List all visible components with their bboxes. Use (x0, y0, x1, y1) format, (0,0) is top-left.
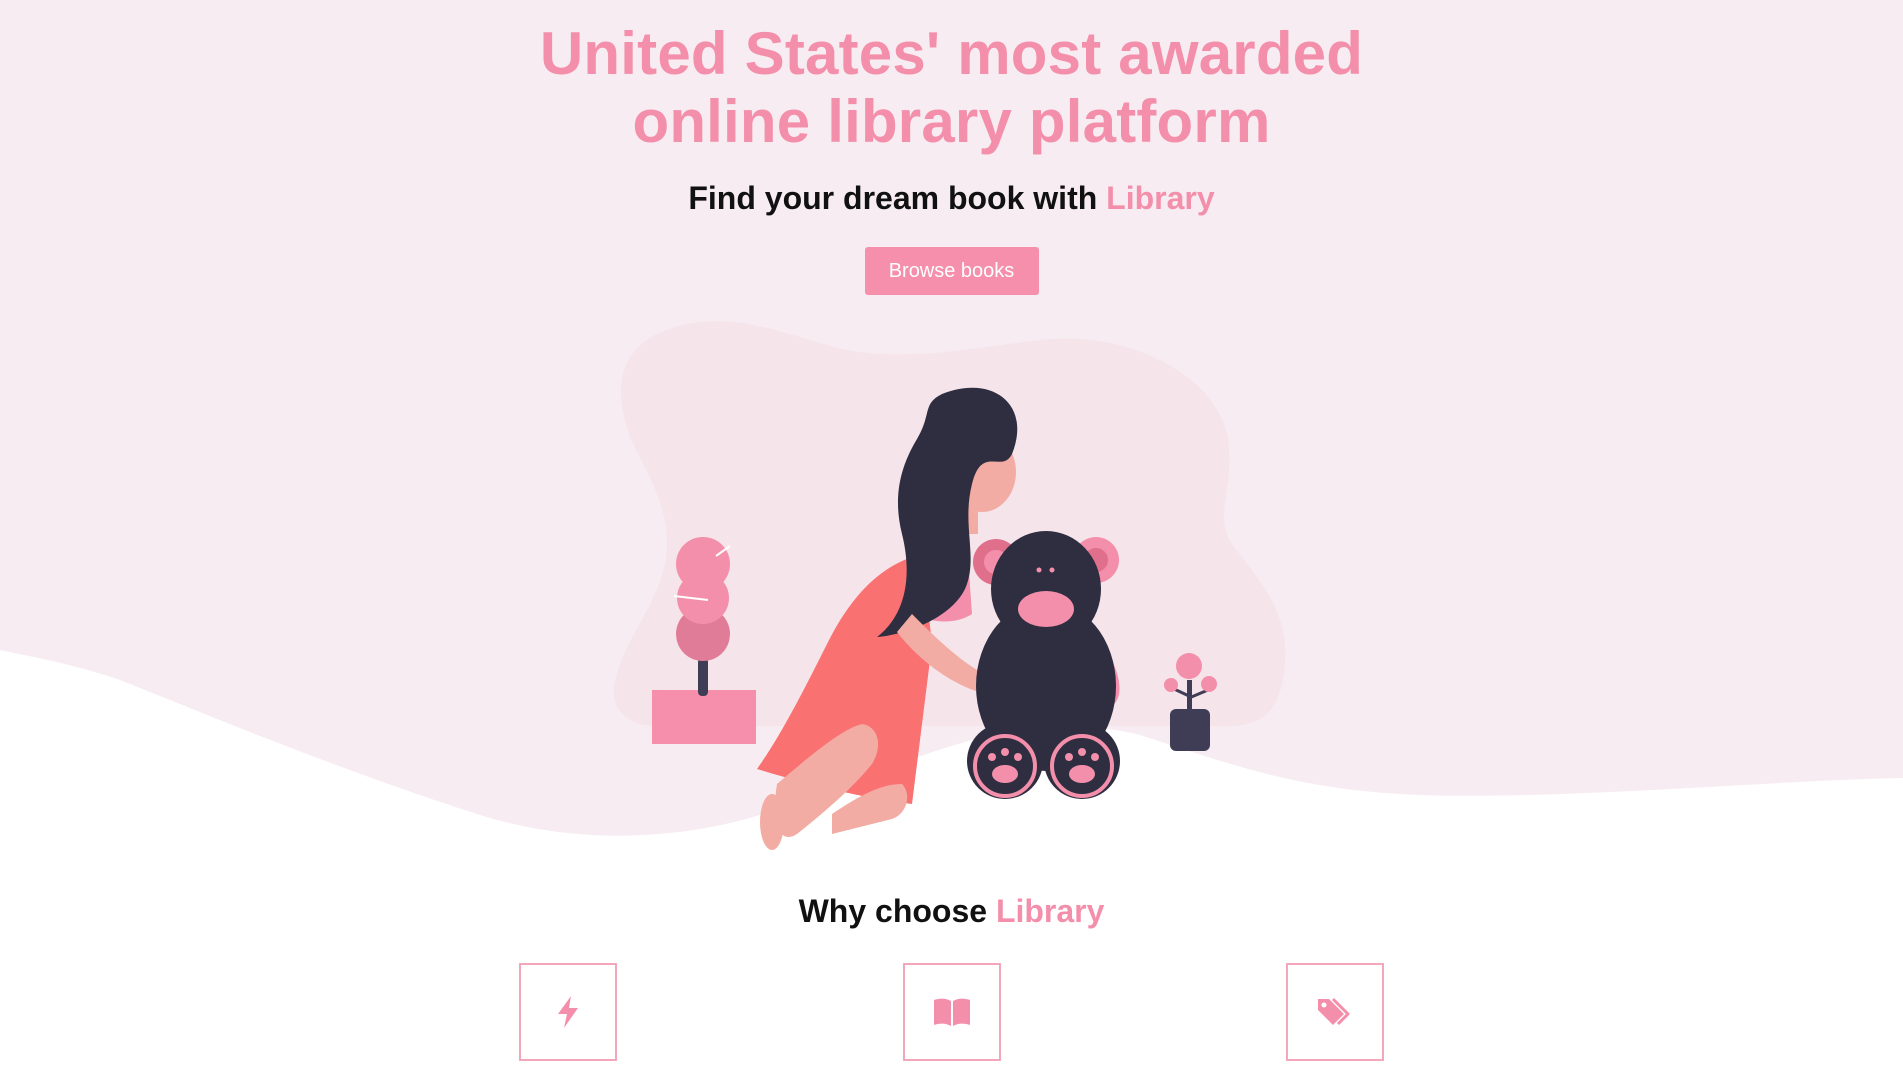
hero-title-line1: United States' most awarded (539, 20, 1364, 87)
hero-subtitle-brand: Library (1106, 180, 1215, 216)
why-heading-brand: Library (995, 893, 1105, 929)
tags-icon (1316, 995, 1354, 1029)
why-choose-heading: Why choose Library (0, 891, 1903, 931)
hero-title: United States' most awarded online libra… (502, 20, 1402, 156)
open-book-icon (933, 997, 971, 1027)
why-heading-text: Why choose (798, 893, 996, 929)
feature-card-books (903, 963, 1001, 1061)
feature-card-speed (519, 963, 617, 1061)
hero-title-line2: online library platform (632, 88, 1271, 155)
feature-card-prices (1286, 963, 1384, 1061)
browse-books-button[interactable]: Browse books (864, 247, 1039, 295)
lightning-icon (554, 995, 582, 1029)
girl-with-teddy-bear-illustration (612, 314, 1292, 854)
hero-subtitle: Find your dream book with Library (0, 178, 1903, 218)
hero-subtitle-text: Find your dream book with (688, 180, 1107, 216)
hero-section: United States' most awarded online libra… (0, 0, 1903, 295)
